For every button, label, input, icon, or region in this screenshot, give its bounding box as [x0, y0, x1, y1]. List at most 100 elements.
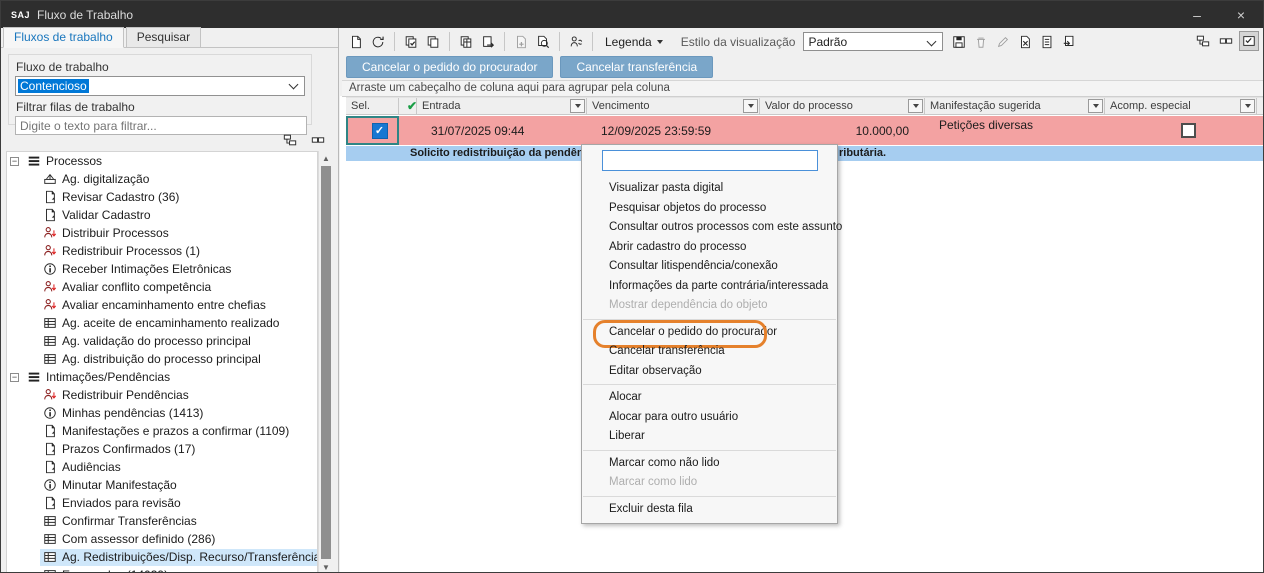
- search-document-button[interactable]: [533, 32, 553, 52]
- menu-item-consultar-litispendência-conexão[interactable]: Consultar litispendência/conexão: [582, 257, 837, 277]
- menu-item-liberar[interactable]: Liberar: [582, 427, 837, 447]
- tree-item[interactable]: −Intimações/Pendências: [7, 368, 317, 386]
- save-button[interactable]: [949, 32, 969, 52]
- tree-item[interactable]: Redistribuir Processos (1): [7, 242, 317, 260]
- tree-item[interactable]: Ag. digitalização: [7, 170, 317, 188]
- scroll-down-icon[interactable]: ▼: [319, 560, 333, 573]
- tree-item[interactable]: Redistribuir Pendências: [7, 386, 317, 404]
- cell-manifestacao[interactable]: Petições diversas: [925, 116, 1105, 145]
- menu-separator: [583, 496, 836, 497]
- copy-grid-button[interactable]: [456, 32, 476, 52]
- column-filter-button[interactable]: [1088, 99, 1103, 113]
- tree-item[interactable]: Confirmar Transferências: [7, 512, 317, 530]
- menu-item-excluir-desta-fila[interactable]: Excluir desta fila: [582, 500, 837, 520]
- minimize-button[interactable]: –: [1175, 1, 1219, 28]
- edit-button[interactable]: [993, 32, 1013, 52]
- add-document-button[interactable]: [511, 32, 531, 52]
- column-filter-button[interactable]: [908, 99, 923, 113]
- tree-expand-button[interactable]: [1193, 31, 1213, 51]
- tree-item[interactable]: −Processos: [7, 152, 317, 170]
- menu-item-alocar-para-outro-usuário[interactable]: Alocar para outro usuário: [582, 408, 837, 428]
- menu-item-editar-observação[interactable]: Editar observação: [582, 362, 837, 382]
- menu-item-abrir-cadastro-do-processo[interactable]: Abrir cadastro do processo: [582, 238, 837, 258]
- cell-acomp-especial[interactable]: [1105, 116, 1257, 145]
- tree-expand-button[interactable]: [280, 130, 300, 150]
- tree-item[interactable]: Com assessor definido (286): [7, 530, 317, 548]
- column-header-valor-do-processo[interactable]: Valor do processo: [760, 98, 925, 114]
- checkbox-unchecked-icon[interactable]: [1181, 123, 1196, 138]
- tab-pesquisar[interactable]: Pesquisar: [126, 27, 201, 47]
- new-document-button[interactable]: [346, 32, 366, 52]
- cancel-transfer-button[interactable]: Cancelar transferência: [560, 56, 713, 78]
- menu-item-marcar-como-não-lido[interactable]: Marcar como não lido: [582, 454, 837, 474]
- menu-item-consultar-outros-processos-com-este-assunto[interactable]: Consultar outros processos com este assu…: [582, 218, 837, 238]
- row-select-cell[interactable]: ✓: [346, 116, 399, 145]
- tree-collapse-button[interactable]: [1216, 31, 1236, 51]
- column-header-acomp-especial[interactable]: Acomp. especial: [1105, 98, 1257, 114]
- cell-vencimento[interactable]: 12/09/2025 23:59:59: [587, 116, 760, 145]
- flow-combobox[interactable]: Contencioso: [15, 76, 305, 96]
- cell-entrada[interactable]: 31/07/2025 09:44: [417, 116, 587, 145]
- tree-item[interactable]: Enviados para revisão: [7, 494, 317, 512]
- table-row[interactable]: ✓ 31/07/2025 09:44 12/09/2025 23:59:59 1…: [346, 116, 1263, 145]
- document-window-button[interactable]: [1059, 32, 1079, 52]
- column-header-manifesta-o-sugerida[interactable]: Manifestação sugerida: [925, 98, 1105, 114]
- tree-collapse-button[interactable]: [308, 130, 328, 150]
- group-by-bar[interactable]: Arraste um cabeçalho de coluna aqui para…: [342, 80, 1263, 97]
- tree-item[interactable]: Manifestações e prazos a confirmar (1109…: [7, 422, 317, 440]
- checkbox-checked-icon[interactable]: ✓: [372, 123, 388, 139]
- tree-scrollbar[interactable]: ▲ ▼: [318, 151, 333, 573]
- delete-button[interactable]: [971, 32, 991, 52]
- column-header-entrada[interactable]: Entrada: [417, 98, 587, 114]
- main-toolbar: Legenda Estilo da visualização Padrão: [342, 28, 1263, 55]
- tree-item[interactable]: Audiências: [7, 458, 317, 476]
- tab-fluxos-de-trabalho[interactable]: Fluxos de trabalho: [3, 27, 124, 48]
- collapse-expander-icon[interactable]: −: [10, 157, 19, 166]
- menu-item-informações-da-parte-contrária-interessada[interactable]: Informações da parte contrária/interessa…: [582, 277, 837, 297]
- column-header-sel-[interactable]: Sel.: [346, 98, 399, 114]
- menu-item-alocar[interactable]: Alocar: [582, 388, 837, 408]
- notes-button[interactable]: [1037, 32, 1057, 52]
- column-filter-button[interactable]: [570, 99, 585, 113]
- tree-item-label: Ag. validação do processo principal: [62, 334, 251, 348]
- column-filter-button[interactable]: [743, 99, 758, 113]
- tree-item[interactable]: Receber Intimações Eletrônicas: [7, 260, 317, 278]
- cell-valor[interactable]: 10.000,00: [760, 116, 925, 145]
- tree-item[interactable]: Avaliar encaminhamento entre chefias: [7, 296, 317, 314]
- view-style-combobox[interactable]: Padrão: [803, 32, 943, 51]
- user-config-button[interactable]: [566, 32, 586, 52]
- tree-item[interactable]: Ag. aceite de encaminhamento realizado: [7, 314, 317, 332]
- column-header-check[interactable]: ✔: [399, 98, 417, 114]
- menu-item-pesquisar-objetos-do-processo[interactable]: Pesquisar objetos do processo: [582, 199, 837, 219]
- export-document-button[interactable]: [478, 32, 498, 52]
- legend-dropdown[interactable]: Legenda: [605, 35, 663, 49]
- tree-item[interactable]: Ag. validação do processo principal: [7, 332, 317, 350]
- tree-item[interactable]: Ag. Redistribuições/Disp. Recurso/Transf…: [7, 548, 317, 566]
- tree-item[interactable]: Encerradas (14039): [7, 566, 317, 573]
- tree-item[interactable]: Minhas pendências (1413): [7, 404, 317, 422]
- column-header-vencimento[interactable]: Vencimento: [587, 98, 760, 114]
- cut-document-button[interactable]: [1015, 32, 1035, 52]
- cancel-request-button[interactable]: Cancelar o pedido do procurador: [346, 56, 553, 78]
- menu-item-cancelar-o-pedido-do-procurador[interactable]: Cancelar o pedido do procurador: [582, 323, 837, 343]
- menu-item-visualizar-pasta-digital[interactable]: Visualizar pasta digital: [582, 179, 837, 199]
- scrollbar-thumb[interactable]: [321, 166, 331, 559]
- collapse-expander-icon[interactable]: −: [10, 373, 19, 382]
- close-button[interactable]: ×: [1219, 1, 1263, 28]
- menu-item-cancelar-transferência[interactable]: Cancelar transferência: [582, 342, 837, 362]
- tree-item[interactable]: Prazos Confirmados (17): [7, 440, 317, 458]
- tree-item[interactable]: Minutar Manifestação: [7, 476, 317, 494]
- tree-item[interactable]: Distribuir Processos: [7, 224, 317, 242]
- refresh-button[interactable]: [368, 32, 388, 52]
- tree-item[interactable]: Validar Cadastro: [7, 206, 317, 224]
- copy-button[interactable]: [423, 32, 443, 52]
- tree-item[interactable]: Revisar Cadastro (36): [7, 188, 317, 206]
- scroll-up-icon[interactable]: ▲: [319, 151, 333, 165]
- tree-item[interactable]: Avaliar conflito competência: [7, 278, 317, 296]
- context-menu-search-input[interactable]: [602, 150, 818, 171]
- tree-item[interactable]: Ag. distribuição do processo principal: [7, 350, 317, 368]
- panel-toggle-button[interactable]: [1239, 31, 1259, 51]
- filter-input[interactable]: [15, 116, 307, 135]
- select-all-button[interactable]: [401, 32, 421, 52]
- column-filter-button[interactable]: [1240, 99, 1255, 113]
